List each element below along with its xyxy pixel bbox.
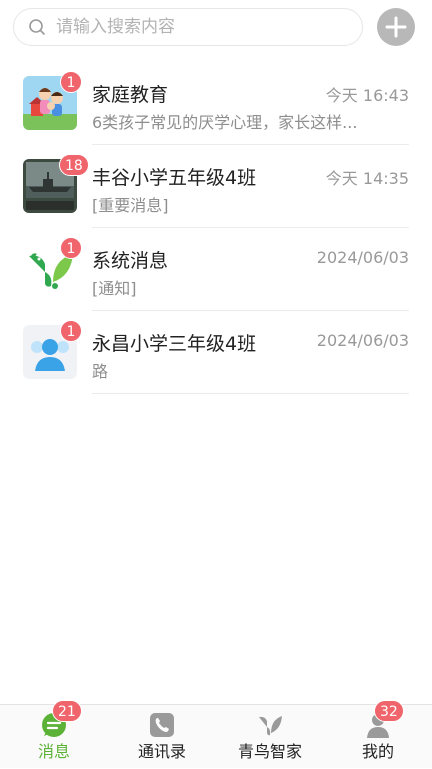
divider — [92, 393, 409, 394]
plus-icon — [385, 16, 407, 38]
tab-label: 通讯录 — [137, 742, 186, 761]
conversation-title: 永昌小学三年级4班 — [92, 333, 257, 355]
conversation-title: 系统消息 — [92, 250, 169, 272]
conversation-preview: [通知] — [92, 279, 137, 298]
tab-messages[interactable]: 21 消息 — [0, 700, 108, 769]
conversation-time: 2024/06/03 — [316, 248, 409, 267]
conversation-list: 1 家庭教育 今天 16:43 6类孩子常见的厌学心理，家长这样... 18 丰… — [0, 62, 432, 394]
phone-book-icon — [150, 713, 174, 737]
search-input[interactable] — [54, 16, 362, 38]
tab-contacts[interactable]: 通讯录 — [108, 705, 216, 769]
search-bar[interactable] — [13, 8, 363, 46]
bird-leaf-icon — [259, 716, 282, 736]
add-button[interactable] — [377, 8, 415, 46]
list-item[interactable]: 1 家庭教育 今天 16:43 6类孩子常见的厌学心理，家长这样... — [0, 62, 432, 145]
tab-label: 青鸟智家 — [237, 742, 302, 761]
tab-label: 我的 — [361, 742, 394, 761]
conversation-preview: 6类孩子常见的厌学心理，家长这样... — [92, 113, 358, 132]
conversation-preview: 路 — [92, 362, 109, 381]
unread-badge: 1 — [60, 237, 82, 259]
unread-badge: 32 — [374, 700, 404, 722]
conversation-preview: [重要消息] — [92, 196, 169, 215]
conversation-time: 今天 16:43 — [325, 86, 409, 105]
conversation-time: 今天 14:35 — [325, 169, 409, 188]
conversation-time: 2024/06/03 — [316, 331, 409, 350]
bottom-tab-bar: 21 消息 通讯录 青鸟智家 32 我的 — [0, 700, 432, 769]
list-item[interactable]: 18 丰谷小学五年级4班 今天 14:35 [重要消息] — [0, 145, 432, 228]
tab-mine[interactable]: 32 我的 — [324, 700, 432, 769]
unread-badge: 1 — [60, 320, 82, 342]
tab-label: 消息 — [37, 742, 70, 761]
list-item[interactable]: 1 永昌小学三年级4班 2024/06/03 路 — [0, 311, 432, 394]
conversation-title: 家庭教育 — [92, 84, 169, 106]
unread-badge: 21 — [52, 700, 82, 722]
conversation-title: 丰谷小学五年级4班 — [92, 167, 257, 189]
search-icon — [29, 19, 45, 35]
list-item[interactable]: 1 系统消息 2024/06/03 [通知] — [0, 228, 432, 311]
unread-badge: 1 — [60, 71, 82, 93]
unread-badge: 18 — [59, 154, 89, 176]
tab-qingniao[interactable]: 青鸟智家 — [216, 705, 324, 769]
